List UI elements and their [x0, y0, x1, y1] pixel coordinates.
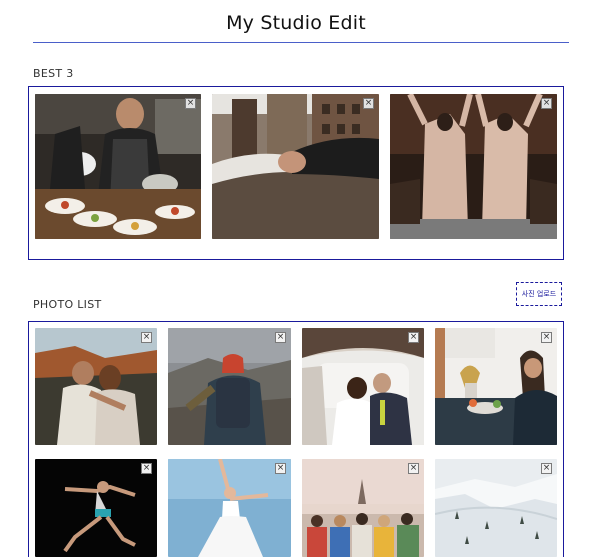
title-divider: [33, 42, 569, 43]
photo-hiker: [168, 328, 291, 445]
photo-list-item-7[interactable]: ×: [302, 459, 424, 557]
remove-best-photo-1-close-icon[interactable]: ×: [185, 98, 196, 109]
photo-list-item-6[interactable]: ×: [168, 459, 291, 557]
remove-photo-4-close-icon[interactable]: ×: [541, 332, 552, 343]
photo-wedding: [302, 328, 424, 445]
photo-list-item-3[interactable]: ×: [302, 328, 424, 445]
photo-ballerina: [168, 459, 291, 557]
remove-photo-3-close-icon[interactable]: ×: [408, 332, 419, 343]
remove-photo-2-close-icon[interactable]: ×: [275, 332, 286, 343]
photo-dancer: [35, 459, 157, 557]
photo-graduates: [390, 94, 557, 239]
photo-couple: [35, 328, 157, 445]
best-photo-2[interactable]: ×: [212, 94, 379, 239]
remove-photo-5-close-icon[interactable]: ×: [141, 463, 152, 474]
photo-friends: [302, 459, 424, 557]
photo-list-item-5[interactable]: ×: [35, 459, 157, 557]
remove-best-photo-3-close-icon[interactable]: ×: [541, 98, 552, 109]
remove-photo-1-close-icon[interactable]: ×: [141, 332, 152, 343]
upload-photo-button[interactable]: 사진 업로드: [516, 282, 562, 306]
remove-best-photo-2-close-icon[interactable]: ×: [363, 98, 374, 109]
remove-photo-8-close-icon[interactable]: ×: [541, 463, 552, 474]
photo-ski-slope: [435, 459, 557, 557]
photo-kitchen: [435, 328, 557, 445]
photo-list-item-1[interactable]: ×: [35, 328, 157, 445]
photo-list-item-2[interactable]: ×: [168, 328, 291, 445]
photo-list-section-label: PHOTO LIST: [33, 298, 102, 311]
photo-chef: [35, 94, 201, 239]
page-title: My Studio Edit: [226, 12, 366, 34]
remove-photo-7-close-icon[interactable]: ×: [408, 463, 419, 474]
remove-photo-6-close-icon[interactable]: ×: [275, 463, 286, 474]
best-photo-1[interactable]: ×: [35, 94, 201, 239]
best-section-label: BEST 3: [33, 67, 74, 80]
photo-fist-bump: [212, 94, 379, 239]
best-photo-3[interactable]: ×: [390, 94, 557, 239]
photo-list-item-8[interactable]: ×: [435, 459, 557, 557]
photo-list-item-4[interactable]: ×: [435, 328, 557, 445]
